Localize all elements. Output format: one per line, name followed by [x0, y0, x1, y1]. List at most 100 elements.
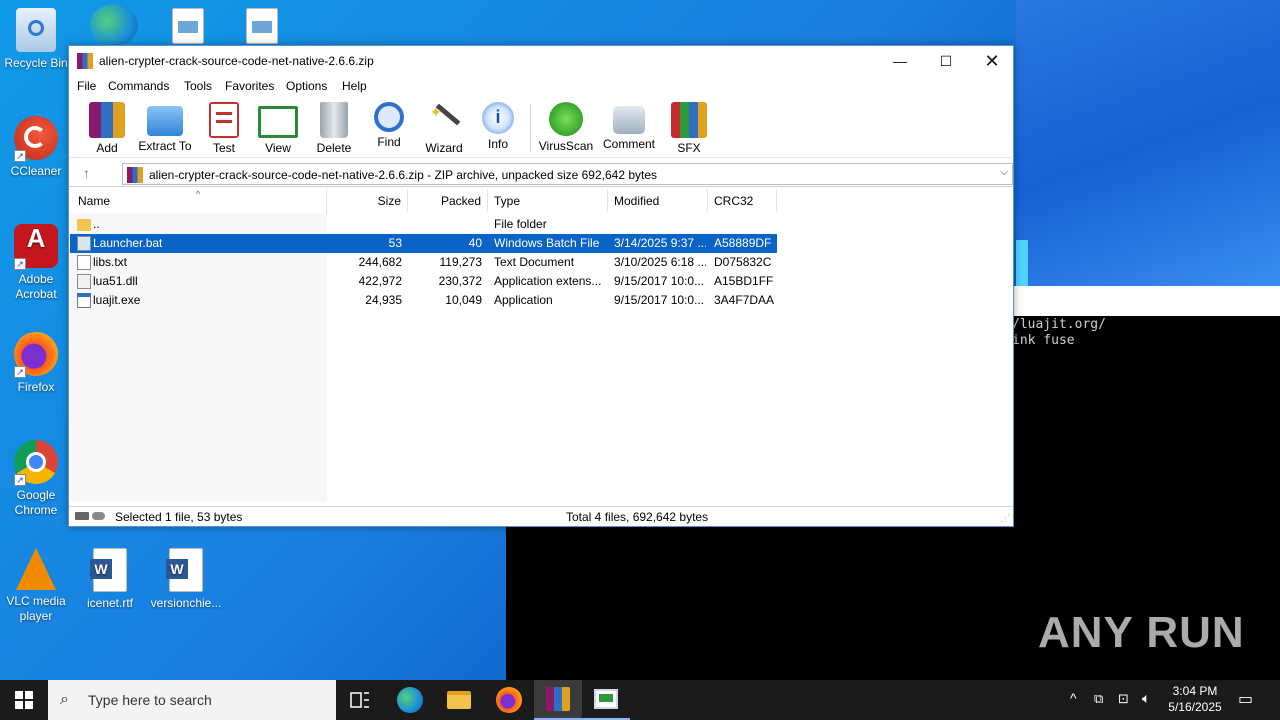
desktop-icon-adobe-acrobat[interactable]: A ↗ Adobe Acrobat [0, 224, 72, 302]
edge-icon [90, 4, 138, 46]
column-size[interactable]: Size [327, 189, 408, 213]
network-adapter-icon[interactable]: ⧉ [1094, 680, 1112, 720]
dll-file-icon [77, 274, 91, 289]
network-icon[interactable]: ⊡ [1118, 680, 1136, 720]
add-icon [89, 102, 125, 138]
table-row[interactable]: .. File folder [70, 215, 777, 234]
winrar-window[interactable]: alien-crypter-crack-source-code-net-nati… [68, 45, 1014, 527]
column-crc32[interactable]: CRC32 [708, 189, 777, 213]
file-name: Launcher.bat [93, 236, 163, 250]
desktop-icon-vlc[interactable]: VLC media player [0, 548, 72, 624]
virusscan-button[interactable]: VirusScan [538, 102, 594, 153]
comment-button[interactable]: Comment [601, 102, 657, 151]
sfx-button[interactable]: SFX [661, 102, 717, 155]
file-type: Windows Batch File [494, 236, 600, 250]
toolbar: Add Extract To Test View Delete Find ✦ W… [69, 98, 1013, 158]
sfx-label: SFX [677, 141, 701, 155]
column-modified[interactable]: Modified [608, 189, 708, 213]
tray-overflow-icon[interactable]: ^ [1070, 680, 1086, 720]
magic-wand-icon: ✦ [426, 102, 462, 138]
comment-label: Comment [602, 137, 655, 151]
chevron-down-icon[interactable]: ⌵ [1000, 167, 1008, 178]
desktop-icon-ccleaner[interactable]: ↗ CCleaner [0, 116, 72, 179]
acrobat-icon: A ↗ [14, 224, 58, 270]
menu-favorites[interactable]: Favorites [225, 79, 274, 93]
ccleaner-icon: ↗ [14, 116, 58, 162]
firefox-icon [496, 687, 522, 713]
table-row[interactable]: libs.txt 244,682 119,273 Text Document 3… [70, 253, 777, 272]
clipboard-check-icon [209, 102, 239, 138]
file-modified: 3/10/2025 6:18 ... [614, 255, 706, 269]
desktop-icon-firefox[interactable]: ↗ Firefox [0, 332, 72, 395]
sort-arrow-icon: ^ [196, 189, 201, 199]
desktop-icon-image-file-2[interactable] [226, 8, 298, 48]
desktop-icon-versionchie[interactable]: W versionchie... [150, 548, 222, 611]
up-arrow-icon[interactable]: ↑ [83, 165, 90, 181]
taskbar-winrar[interactable] [534, 680, 582, 720]
test-button[interactable]: Test [196, 102, 252, 155]
desktop-icon-edge-partial[interactable] [78, 4, 150, 50]
image-file-icon [246, 8, 278, 44]
search-input[interactable] [88, 690, 318, 710]
extract-to-button[interactable]: Extract To [137, 102, 193, 153]
desktop-icon-recycle-bin[interactable]: Recycle Bin [0, 8, 72, 71]
delete-button[interactable]: Delete [306, 102, 362, 155]
minimize-button[interactable]: — [877, 46, 923, 76]
column-packed[interactable]: Packed [408, 189, 488, 213]
file-name: libs.txt [93, 255, 128, 269]
taskbar-edge[interactable] [386, 680, 434, 720]
table-row[interactable]: lua51.dll 422,972 230,372 Application ex… [70, 272, 777, 291]
desktop-icon-icenet-rtf[interactable]: W icenet.rtf [74, 548, 146, 611]
taskbar-clock[interactable]: 3:04 PM 5/16/2025 [1158, 683, 1232, 715]
table-row-selected[interactable]: Launcher.bat 53 40 Windows Batch File 3/… [70, 234, 777, 253]
desktop-icon-label: versionchie... [150, 596, 222, 610]
taskbar-file-explorer[interactable] [435, 680, 483, 720]
virusscan-label: VirusScan [538, 139, 594, 153]
file-packed: 119,273 [439, 255, 483, 269]
info-button[interactable]: i Info [470, 102, 526, 151]
taskbar-firefox[interactable] [485, 680, 533, 720]
desktop-icon-google-chrome[interactable]: ↗ Google Chrome [0, 440, 72, 518]
file-type: Application extens... [494, 274, 602, 288]
file-size: 244,682 [358, 255, 402, 269]
menu-file[interactable]: File [77, 79, 96, 93]
maximize-button[interactable]: ☐ [923, 46, 969, 76]
find-button[interactable]: Find [361, 102, 417, 149]
drive-icon[interactable] [75, 512, 105, 521]
wizard-button[interactable]: ✦ Wizard [416, 102, 472, 155]
taskbar-search[interactable]: ⌕ [48, 680, 336, 720]
desktop-icon-label: Recycle Bin [4, 56, 68, 70]
taskbar-console[interactable] [582, 680, 630, 720]
status-selected: Selected 1 file, 53 bytes [115, 510, 243, 524]
menu-options[interactable]: Options [286, 79, 327, 93]
wizard-label: Wizard [425, 141, 463, 155]
image-file-icon [172, 8, 204, 44]
word-document-icon: W [166, 548, 203, 592]
add-button[interactable]: Add [79, 102, 135, 155]
file-list[interactable]: Name ^ Size Packed Type Modified CRC32 ..… [70, 189, 1012, 501]
window-title: alien-crypter-crack-source-code-net-nati… [99, 54, 374, 68]
find-label: Find [377, 135, 401, 149]
book-icon [258, 106, 298, 138]
trash-icon [320, 102, 348, 138]
archive-path-field[interactable]: alien-crypter-crack-source-code-net-nati… [122, 163, 1013, 185]
menu-help[interactable]: Help [342, 79, 367, 93]
menu-commands[interactable]: Commands [108, 79, 169, 93]
view-button[interactable]: View [250, 102, 306, 155]
column-type[interactable]: Type [488, 189, 608, 213]
task-view-button[interactable] [336, 680, 384, 720]
test-label: Test [212, 141, 235, 155]
file-modified: 3/14/2025 9:37 ... [614, 236, 706, 250]
file-crc32: 3A4F7DAA [714, 293, 775, 307]
close-button[interactable]: ✕ [969, 46, 1015, 76]
menu-tools[interactable]: Tools [184, 79, 212, 93]
column-name[interactable]: Name ^ [70, 189, 327, 213]
resize-grip-icon[interactable]: ⋰ [1001, 513, 1010, 524]
window-titlebar[interactable]: alien-crypter-crack-source-code-net-nati… [69, 46, 1013, 76]
table-row[interactable]: luajit.exe 24,935 10,049 Application 9/1… [70, 291, 777, 310]
desktop-icon-image-file[interactable] [152, 8, 224, 48]
notification-icon[interactable]: ▭ [1238, 680, 1258, 720]
winrar-icon [546, 687, 570, 711]
start-button[interactable] [0, 680, 48, 720]
file-size: 24,935 [365, 293, 402, 307]
